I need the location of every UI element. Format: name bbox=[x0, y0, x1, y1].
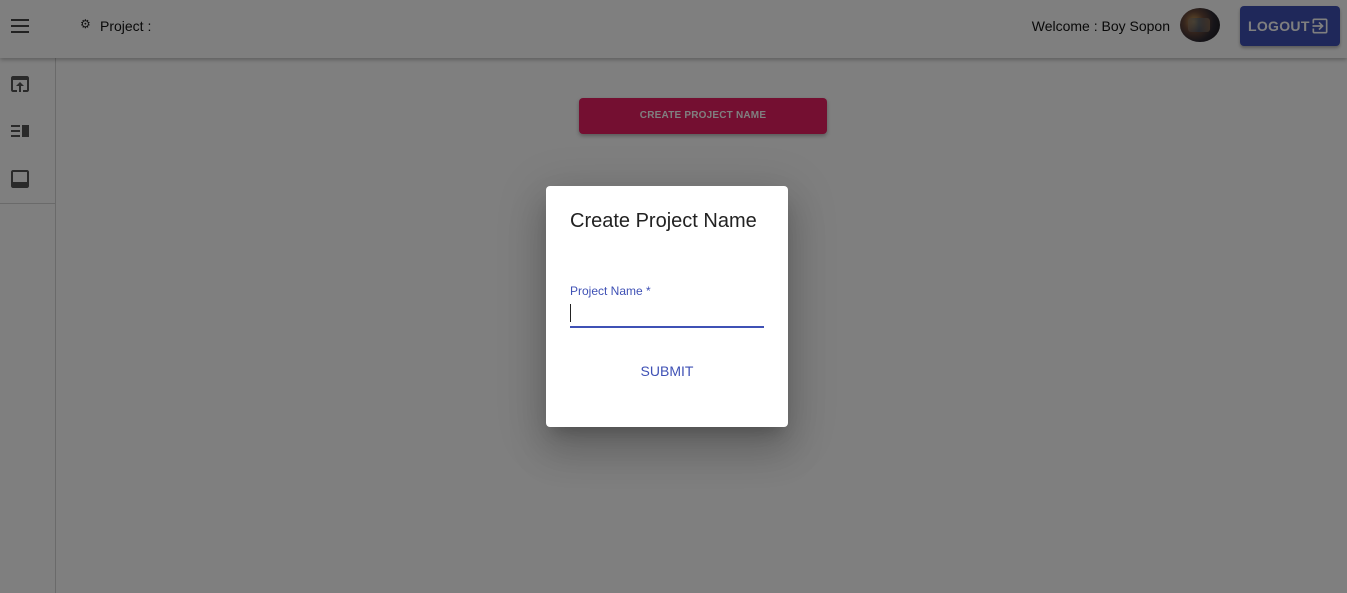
project-name-label: Project Name * bbox=[570, 284, 651, 298]
project-name-input[interactable] bbox=[570, 300, 764, 328]
dialog-title: Create Project Name bbox=[570, 210, 757, 232]
create-project-dialog: Create Project Name Project Name * SUBMI… bbox=[546, 186, 788, 427]
text-cursor bbox=[570, 304, 571, 322]
submit-button[interactable]: SUBMIT bbox=[632, 356, 702, 386]
